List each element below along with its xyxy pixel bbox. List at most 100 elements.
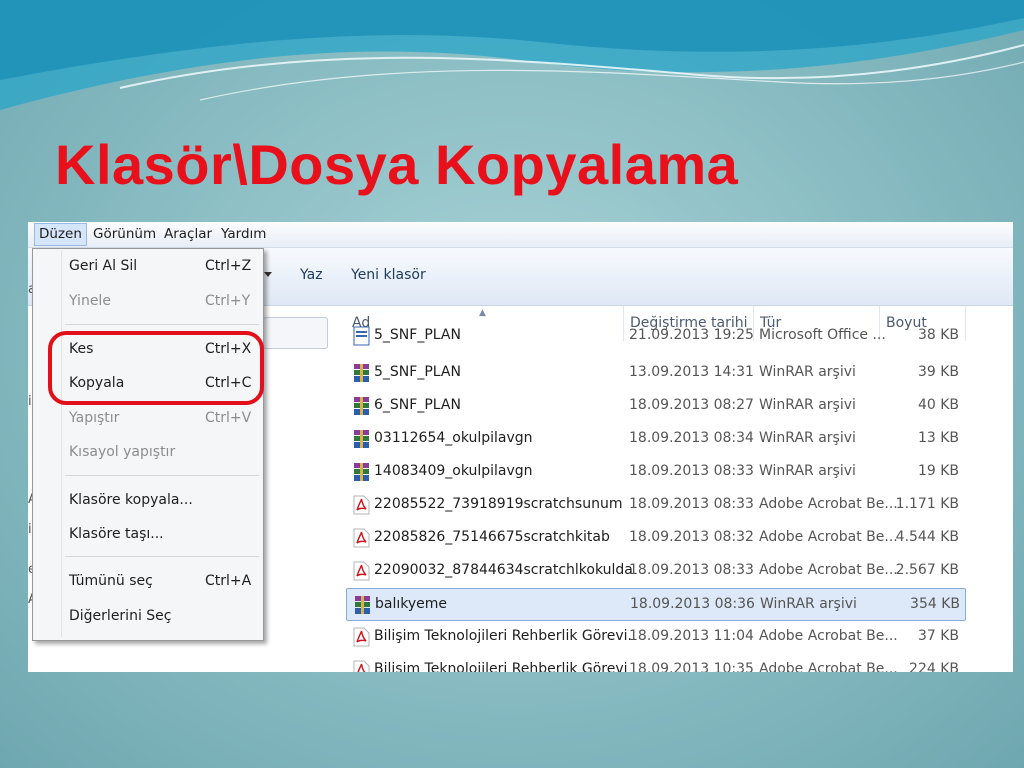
file-type: Adobe Acrobat Be... [759, 529, 898, 545]
search-box-fragment[interactable] [263, 317, 328, 349]
file-name: 03112654_okulpilavgn [374, 430, 533, 446]
file-type: WinRAR arşivi [759, 364, 856, 380]
file-name: 6_SNF_PLAN [374, 397, 461, 413]
pdf-icon [353, 528, 370, 548]
file-date: 18.09.2013 10:35 [629, 661, 754, 672]
edit-menu-dropdown: Geri Al Sil Ctrl+Z Yinele Ctrl+Y Kes Ctr… [32, 248, 264, 641]
file-date: 18.09.2013 08:33 [629, 496, 754, 512]
file-row[interactable]: 22085826_75146675scratchkitab 18.09.2013… [346, 522, 966, 555]
file-date: 18.09.2013 11:04 [629, 628, 754, 644]
menu-separator [65, 324, 259, 325]
menu-item-move-to-folder[interactable]: Klasöre taşı... [33, 522, 263, 548]
file-name: 5_SNF_PLAN [374, 364, 461, 380]
winrar-archive-icon [355, 596, 370, 614]
file-row[interactable]: 5_SNF_PLAN 13.09.2013 14:31 WinRAR arşiv… [346, 357, 966, 390]
menu-item-paste[interactable]: Yapıştır Ctrl+V [33, 406, 263, 432]
file-size: 2.567 KB [895, 562, 959, 578]
file-name: 22090032_87844634scratchlkokulda [374, 562, 633, 578]
file-date: 18.09.2013 08:34 [629, 430, 754, 446]
winrar-archive-icon [354, 463, 369, 481]
menu-item-label: Yapıştır [69, 410, 120, 426]
file-date: 18.09.2013 08:36 [630, 596, 755, 612]
file-type: WinRAR arşivi [760, 596, 857, 612]
file-row[interactable]: Bilişim Teknolojileri Rehberlik Görevi. … [346, 621, 966, 654]
write-button[interactable]: Yaz [300, 267, 323, 283]
menu-item-label: Yinele [69, 293, 111, 309]
file-type: Adobe Acrobat Be... [759, 562, 898, 578]
new-folder-button[interactable]: Yeni klasör [351, 267, 426, 283]
menu-item-invert-selection[interactable]: Diğerlerini Seç [33, 604, 263, 630]
winrar-archive-icon [354, 430, 369, 448]
file-row[interactable]: 14083409_okulpilavgn 18.09.2013 08:33 Wi… [346, 456, 966, 489]
menu-tools[interactable]: Araçlar [164, 226, 212, 242]
word-doc-icon [353, 326, 370, 346]
file-type: WinRAR arşivi [759, 463, 856, 479]
winrar-archive-icon [354, 364, 369, 382]
menu-item-label: Geri Al Sil [69, 258, 138, 274]
menu-item-label: Diğerlerini Seç [69, 608, 172, 624]
file-row[interactable]: 6_SNF_PLAN 18.09.2013 08:27 WinRAR arşiv… [346, 390, 966, 423]
slide-title: Klasör\Dosya Kopyalama [55, 133, 739, 196]
file-name: balıkyeme [375, 596, 448, 612]
file-date: 21.09.2013 19:25 [629, 327, 754, 343]
file-size: 354 KB [910, 596, 960, 612]
file-row[interactable]: 03112654_okulpilavgn 18.09.2013 08:34 Wi… [346, 423, 966, 456]
file-row[interactable]: 22085522_73918919scratchsunum 18.09.2013… [346, 489, 966, 522]
file-row[interactable]: Bilişim Teknolojileri Rehberlik Görevi 1… [346, 654, 966, 672]
file-type: Adobe Acrobat Be... [759, 628, 898, 644]
menu-item-undo-delete[interactable]: Geri Al Sil Ctrl+Z [33, 254, 263, 280]
menu-view[interactable]: Görünüm [93, 226, 156, 242]
menu-item-label: Tümünü seç [69, 573, 153, 589]
file-size: 39 KB [917, 364, 959, 380]
file-name: 5_SNF_PLAN [374, 327, 461, 343]
file-date: 18.09.2013 08:33 [629, 463, 754, 479]
file-date: 18.09.2013 08:27 [629, 397, 754, 413]
menu-item-label: Klasöre kopyala... [69, 492, 193, 508]
file-size: 13 KB [917, 430, 959, 446]
explorer-screenshot: Düzen Görünüm Araçlar Yardım Yaz Yeni kl… [28, 222, 1013, 672]
chevron-down-icon[interactable] [264, 272, 272, 277]
pdf-icon [353, 660, 370, 672]
menu-separator [65, 475, 259, 476]
menu-item-select-all[interactable]: Tümünü seç Ctrl+A [33, 569, 263, 595]
file-size: 4.544 KB [895, 529, 959, 545]
menu-item-label: Kısayol yapıştır [69, 444, 176, 460]
file-name: 22085826_75146675scratchkitab [374, 529, 610, 545]
menu-item-shortcut: Ctrl+V [205, 410, 252, 426]
file-size: 40 KB [917, 397, 959, 413]
file-size: 38 KB [917, 327, 959, 343]
pdf-icon [353, 561, 370, 581]
file-size: 224 KB [909, 661, 959, 672]
cut-copy-highlight-ring [48, 331, 264, 405]
menu-item-paste-shortcut[interactable]: Kısayol yapıştır [33, 440, 263, 466]
file-row-selected[interactable]: balıkyeme 18.09.2013 08:36 WinRAR arşivi… [346, 588, 966, 621]
file-name: 22085522_73918919scratchsunum [374, 496, 623, 512]
menu-separator [65, 556, 259, 557]
file-row[interactable]: 22090032_87844634scratchlkokulda 18.09.2… [346, 555, 966, 588]
file-type: Microsoft Office ... [759, 327, 886, 343]
pdf-icon [353, 495, 370, 515]
file-type: WinRAR arşivi [759, 397, 856, 413]
file-size: 19 KB [917, 463, 959, 479]
decorative-waves [0, 0, 1024, 110]
winrar-archive-icon [354, 397, 369, 415]
file-type: Adobe Acrobat Be... [759, 496, 898, 512]
file-name: Bilişim Teknolojileri Rehberlik Görevi [374, 661, 628, 672]
menu-item-copy-to-folder[interactable]: Klasöre kopyala... [33, 488, 263, 514]
pdf-icon [353, 627, 370, 647]
menu-item-redo[interactable]: Yinele Ctrl+Y [33, 289, 263, 315]
file-name: 14083409_okulpilavgn [374, 463, 533, 479]
file-type: WinRAR arşivi [759, 430, 856, 446]
menu-bar: Düzen Görünüm Araçlar Yardım [28, 222, 1013, 248]
file-date: 18.09.2013 08:32 [629, 529, 754, 545]
menu-item-shortcut: Ctrl+A [205, 573, 252, 589]
file-size: 1.171 KB [895, 496, 959, 512]
menu-help[interactable]: Yardım [221, 226, 266, 242]
file-date: 18.09.2013 08:33 [629, 562, 754, 578]
file-date: 13.09.2013 14:31 [629, 364, 754, 380]
menu-edit[interactable]: Düzen [34, 223, 87, 246]
file-type: Adobe Acrobat Be... [759, 661, 898, 672]
file-size: 37 KB [917, 628, 959, 644]
menu-item-shortcut: Ctrl+Y [205, 293, 251, 309]
file-name: Bilişim Teknolojileri Rehberlik Görevi. [374, 628, 632, 644]
